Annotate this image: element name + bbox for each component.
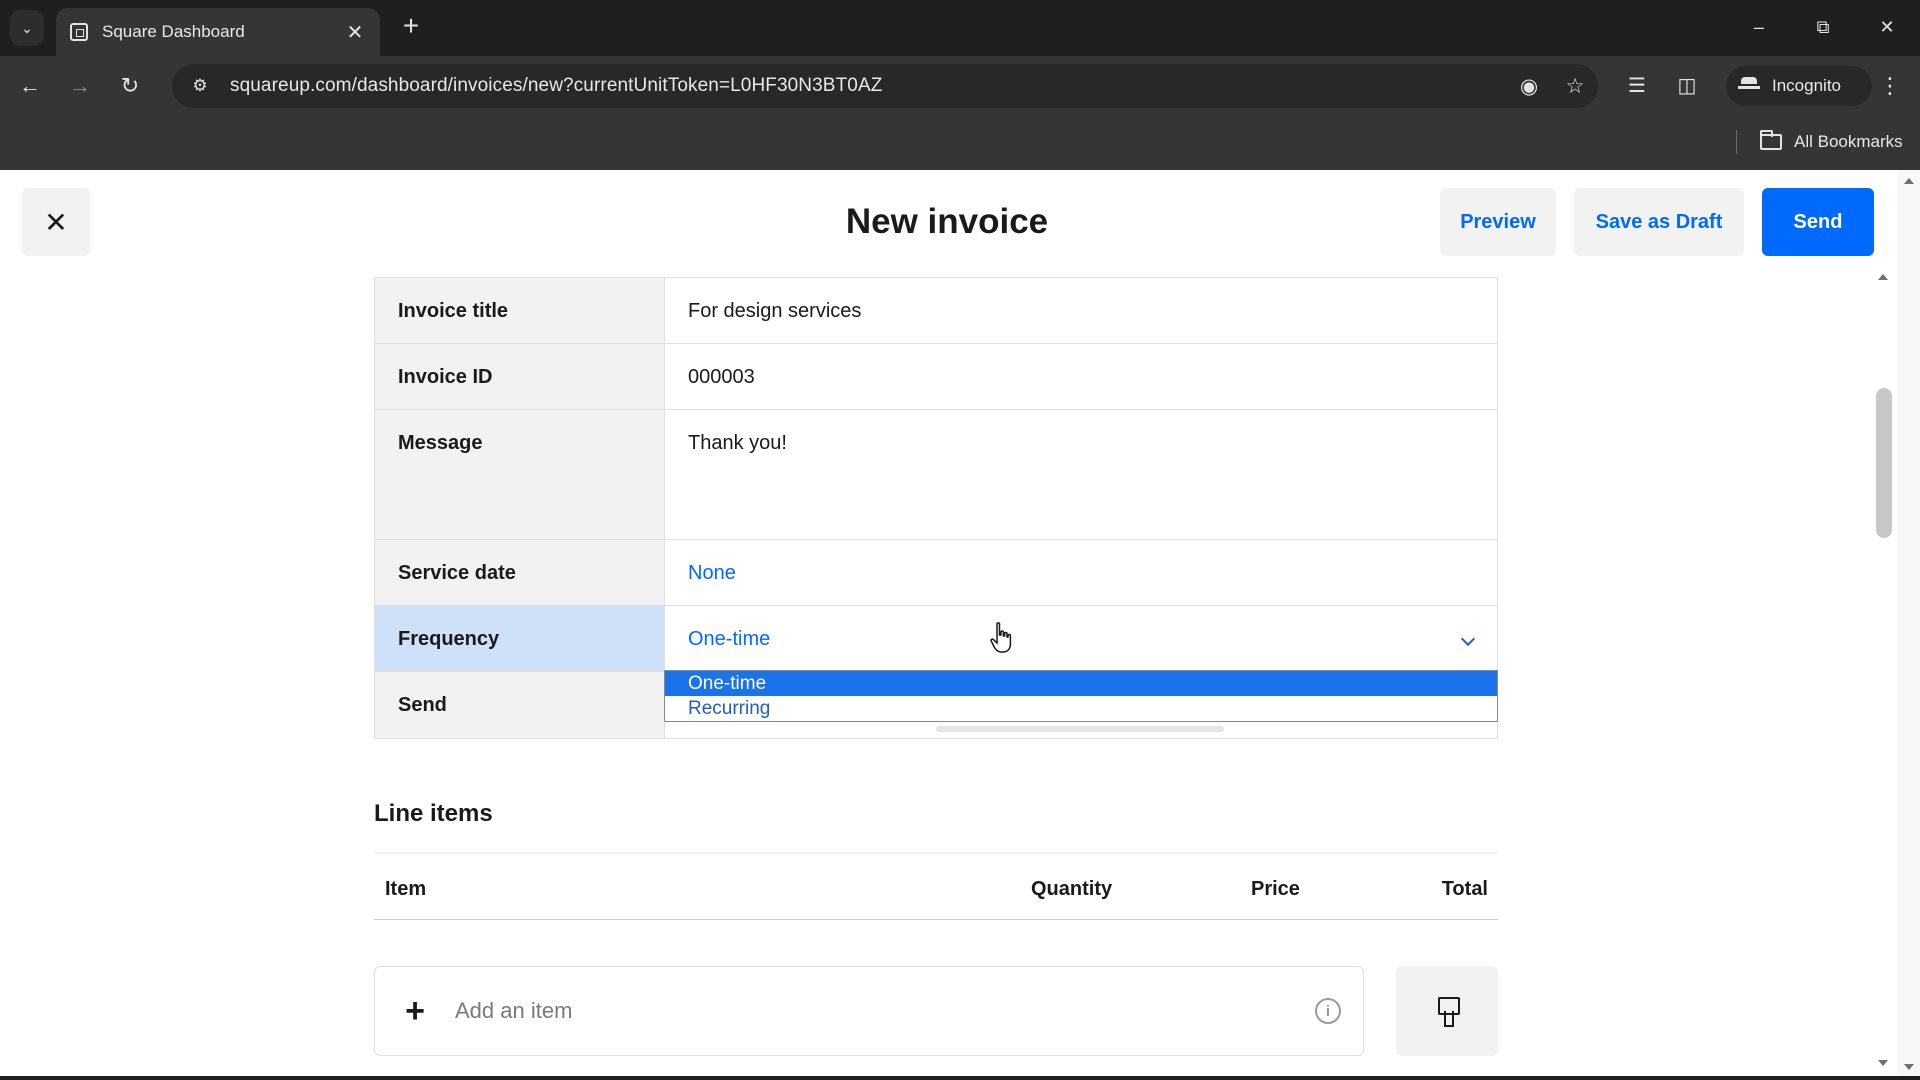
minimize-icon[interactable]: – bbox=[1736, 12, 1782, 42]
invoice-title-input[interactable]: For design services bbox=[665, 278, 1497, 343]
column-price: Price bbox=[1251, 878, 1300, 900]
line-items-divider bbox=[374, 852, 1498, 854]
side-panel-icon[interactable]: ◫ bbox=[1670, 70, 1704, 102]
browser-menu-icon[interactable]: ⋮ bbox=[1876, 70, 1904, 102]
folder-icon bbox=[1760, 130, 1782, 150]
service-date-link[interactable]: None bbox=[665, 540, 1497, 605]
preview-button[interactable]: Preview bbox=[1440, 188, 1556, 256]
site-info-icon[interactable]: ⚙ bbox=[178, 76, 222, 96]
chevron-down-icon bbox=[1460, 631, 1476, 647]
frequency-row: Frequency One-time bbox=[375, 606, 1497, 672]
all-bookmarks-label: All Bookmarks bbox=[1794, 132, 1903, 151]
tab-close-icon[interactable]: ✕ bbox=[344, 20, 366, 45]
line-items-title: Line items bbox=[374, 800, 493, 827]
eye-off-icon[interactable]: ◉ bbox=[1506, 74, 1552, 99]
page-scroll-up-icon[interactable] bbox=[1904, 178, 1914, 184]
reload-icon[interactable]: ↻ bbox=[114, 70, 146, 102]
browser-tabstrip: ⌄ Square Dashboard ✕ + – ⧉ ✕ bbox=[0, 0, 1920, 56]
frequency-dropdown-list: One-time Recurring bbox=[664, 670, 1498, 722]
media-controls-icon[interactable]: ☰ bbox=[1620, 70, 1654, 102]
form-scroll-hint bbox=[936, 726, 1224, 732]
invoice-page: ✕ New invoice Preview Save as Draft Send… bbox=[0, 170, 1920, 1080]
incognito-icon bbox=[1738, 77, 1760, 95]
square-favicon-icon bbox=[70, 23, 88, 41]
scanner-icon bbox=[1438, 997, 1460, 1027]
column-total: Total bbox=[1441, 878, 1488, 900]
invoice-title-label: Invoice title bbox=[375, 278, 665, 343]
frequency-select[interactable]: One-time bbox=[665, 606, 1497, 671]
star-bookmark-icon[interactable]: ☆ bbox=[1552, 74, 1598, 99]
service-date-label: Service date bbox=[375, 540, 665, 605]
frequency-option-recurring[interactable]: Recurring bbox=[665, 696, 1497, 721]
add-item-placeholder: Add an item bbox=[455, 998, 573, 1023]
invoice-id-label: Invoice ID bbox=[375, 344, 665, 409]
line-items-header: Item Quantity Price Total bbox=[374, 856, 1498, 920]
service-date-row: Service date None bbox=[375, 540, 1497, 606]
bookmarks-bar: All Bookmarks bbox=[0, 116, 1920, 170]
incognito-label: Incognito bbox=[1772, 76, 1841, 95]
info-icon[interactable]: i bbox=[1315, 998, 1341, 1024]
invoice-id-input[interactable]: 000003 bbox=[665, 344, 1497, 409]
scroll-up-arrow-icon[interactable] bbox=[1878, 274, 1888, 280]
close-invoice-button[interactable]: ✕ bbox=[22, 188, 90, 256]
browser-toolbar: ← → ↻ ⚙ squareup.com/dashboard/invoices/… bbox=[0, 56, 1920, 116]
incognito-indicator[interactable]: Incognito bbox=[1726, 66, 1872, 106]
new-tab-plus-icon[interactable]: + bbox=[396, 12, 426, 42]
tab-search-chevron-icon[interactable]: ⌄ bbox=[10, 10, 44, 46]
page-scrollbar[interactable] bbox=[1898, 170, 1920, 1080]
frequency-label: Frequency bbox=[375, 606, 665, 671]
back-arrow-icon[interactable]: ← bbox=[14, 70, 46, 102]
address-bar[interactable]: ⚙ squareup.com/dashboard/invoices/new?cu… bbox=[172, 64, 1598, 108]
forward-arrow-icon[interactable]: → bbox=[64, 70, 96, 102]
plus-icon: + bbox=[405, 991, 425, 1030]
send-button[interactable]: Send bbox=[1762, 188, 1874, 256]
scroll-down-arrow-icon[interactable] bbox=[1878, 1060, 1888, 1066]
tab-title: Square Dashboard bbox=[102, 22, 245, 41]
tab-square-dashboard[interactable]: Square Dashboard ✕ bbox=[56, 8, 380, 56]
all-bookmarks-button[interactable]: All Bookmarks bbox=[1760, 128, 1903, 156]
page-scroll-down-icon[interactable] bbox=[1904, 1064, 1914, 1070]
frequency-option-one-time[interactable]: One-time bbox=[665, 671, 1497, 696]
content-scrollbar-thumb[interactable] bbox=[1876, 388, 1892, 538]
message-textarea[interactable]: Thank you! bbox=[665, 410, 1497, 539]
save-as-draft-button[interactable]: Save as Draft bbox=[1574, 188, 1744, 256]
close-icon: ✕ bbox=[44, 206, 68, 238]
column-item: Item bbox=[385, 878, 427, 900]
restore-icon[interactable]: ⧉ bbox=[1800, 12, 1846, 42]
message-row: Message Thank you! bbox=[375, 410, 1497, 540]
column-quantity: Quantity bbox=[1031, 878, 1113, 900]
window-bottom-edge bbox=[0, 1076, 1920, 1080]
invoice-id-row: Invoice ID 000003 bbox=[375, 344, 1497, 410]
url-text[interactable]: squareup.com/dashboard/invoices/new?curr… bbox=[230, 75, 1506, 97]
add-item-input[interactable]: + Add an item i bbox=[374, 966, 1364, 1056]
bookmarks-divider bbox=[1736, 130, 1737, 154]
send-label: Send bbox=[375, 672, 665, 738]
barcode-scanner-button[interactable] bbox=[1396, 966, 1498, 1056]
window-close-icon[interactable]: ✕ bbox=[1864, 12, 1910, 42]
message-label: Message bbox=[375, 410, 665, 539]
page-title: New invoice bbox=[845, 202, 1049, 241]
hand-cursor-icon bbox=[990, 622, 1012, 653]
frequency-selected-value: One-time bbox=[688, 628, 771, 650]
invoice-title-row: Invoice title For design services bbox=[375, 278, 1497, 344]
